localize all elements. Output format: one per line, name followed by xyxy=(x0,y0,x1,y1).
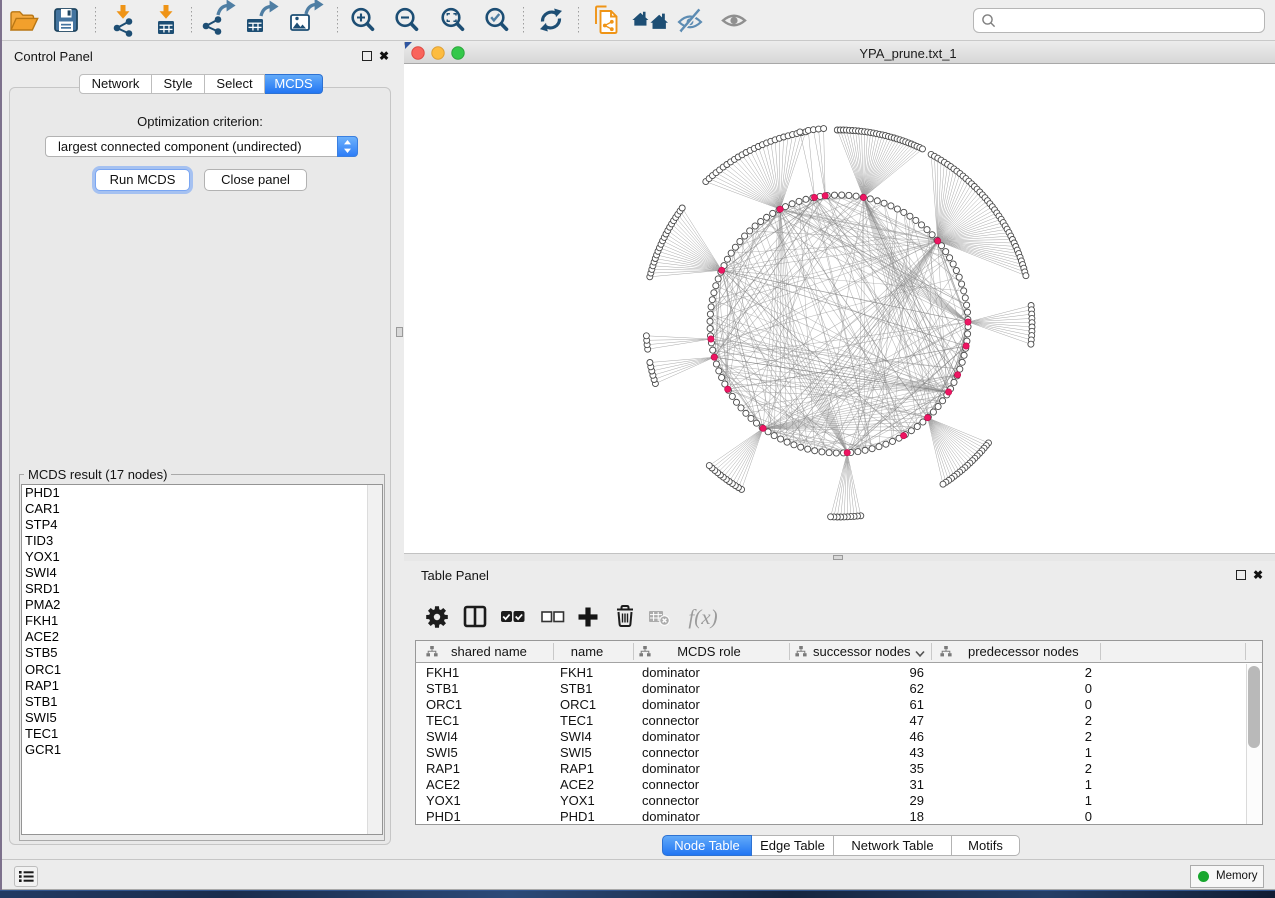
svg-text:f(x): f(x) xyxy=(688,605,717,629)
